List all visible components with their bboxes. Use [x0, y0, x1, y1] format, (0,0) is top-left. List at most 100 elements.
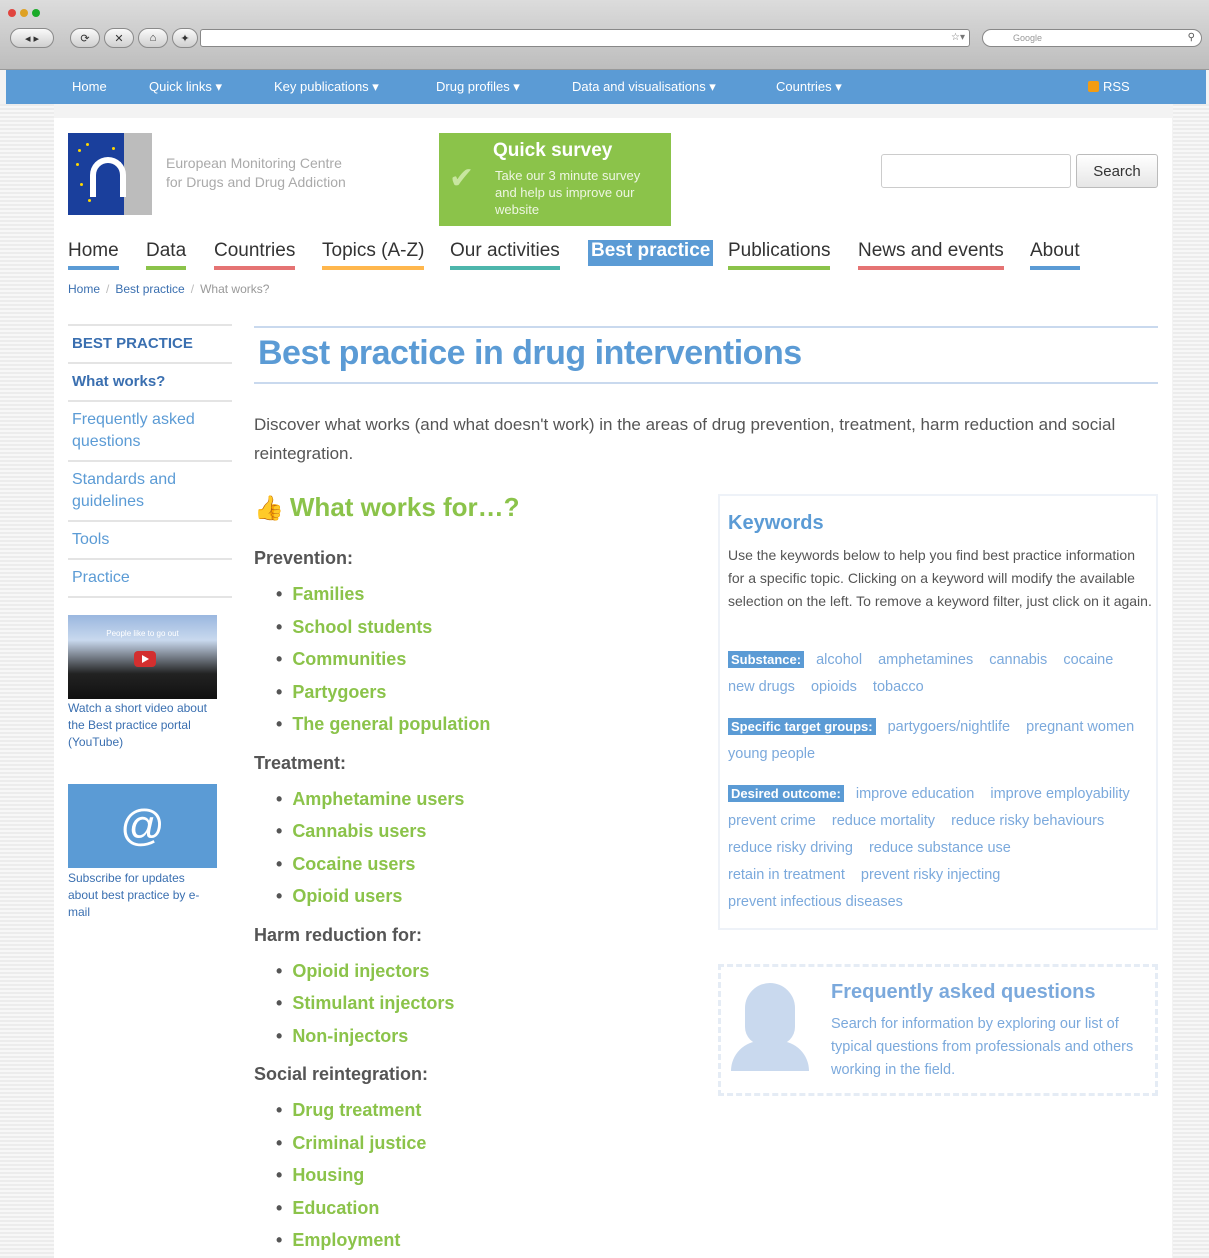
keyword-link[interactable]: cocaine	[1063, 647, 1113, 674]
video-thumbnail[interactable]: People like to go out	[68, 615, 217, 699]
stop-button[interactable]: ✕	[104, 28, 134, 48]
group-label-treatment: Treatment:	[254, 752, 347, 773]
keyword-link[interactable]: reduce risky behaviours	[951, 808, 1104, 835]
play-icon[interactable]	[134, 651, 156, 667]
list-item[interactable]: Stimulant injectors	[276, 987, 694, 1020]
keyword-link[interactable]: reduce mortality	[832, 808, 935, 835]
list-item[interactable]: Employment	[276, 1224, 694, 1257]
topnav-quick-links[interactable]: Quick links ▾	[149, 79, 222, 95]
back-forward-button[interactable]: ◂ ▸	[10, 28, 54, 48]
keyword-link[interactable]: reduce substance use	[869, 835, 1011, 862]
nav-publications[interactable]: Publications	[728, 240, 831, 270]
keyword-link[interactable]: improve employability	[990, 781, 1129, 808]
list-item[interactable]: Cocaine users	[276, 848, 694, 881]
rss-link[interactable]: RSS	[1088, 79, 1130, 94]
list-item[interactable]: Communities	[276, 643, 694, 676]
nav-news-events[interactable]: News and events	[858, 240, 1004, 270]
search-button[interactable]: Search	[1076, 154, 1158, 188]
list-item[interactable]: Drug treatment	[276, 1094, 694, 1127]
list-item[interactable]: Opioid users	[276, 880, 694, 913]
address-bar[interactable]: ☆▾	[200, 29, 970, 47]
nav-our-activities[interactable]: Our activities	[450, 240, 560, 270]
top-navigation: Home Quick links ▾ Key publications ▾ Dr…	[6, 70, 1206, 104]
keyword-link[interactable]: opioids	[811, 674, 857, 701]
faq-title[interactable]: Frequently asked questions	[831, 981, 1096, 1004]
email-subscribe-icon[interactable]: @	[68, 784, 217, 868]
sidebar-item-practice[interactable]: Practice	[68, 558, 232, 596]
list-item[interactable]: Partygoers	[276, 676, 694, 709]
checkmark-icon: ✔	[449, 162, 475, 195]
person-silhouette-icon	[729, 975, 809, 1071]
group-label-social-reintegration: Social reintegration:	[254, 1064, 429, 1084]
search-icon[interactable]: ⚲	[1188, 30, 1195, 46]
keywords-title: Keywords	[728, 512, 824, 534]
keyword-link[interactable]: improve education	[856, 781, 975, 808]
sidebar-item-standards[interactable]: Standards and guidelines	[68, 460, 232, 520]
bookmarks-button[interactable]: ✦	[172, 28, 198, 48]
quick-survey-banner[interactable]: ✔ Quick survey Take our 3 minute survey …	[439, 133, 671, 226]
email-subscribe-link[interactable]: Subscribe for updates about best practic…	[68, 870, 218, 921]
keyword-link[interactable]: new drugs	[728, 674, 795, 701]
social-reintegration-list: Drug treatment Criminal justice Housing …	[276, 1094, 694, 1257]
keyword-link[interactable]: cannabis	[989, 647, 1047, 674]
nav-data[interactable]: Data	[146, 240, 187, 270]
reload-button[interactable]: ⟳	[70, 28, 100, 48]
keyword-link[interactable]: young people	[728, 741, 815, 768]
list-item[interactable]: Education	[276, 1192, 694, 1225]
keyword-link[interactable]: prevent crime	[728, 808, 816, 835]
keyword-link[interactable]: prevent infectious diseases	[728, 889, 903, 916]
topnav-drug-profiles[interactable]: Drug profiles ▾	[436, 79, 520, 95]
nav-about[interactable]: About	[1030, 240, 1080, 270]
breadcrumb-section[interactable]: Best practice	[115, 282, 184, 296]
list-item[interactable]: Opioid injectors	[276, 955, 694, 988]
list-item[interactable]: Families	[276, 578, 694, 611]
topnav-data-visualisations[interactable]: Data and visualisations ▾	[572, 79, 716, 95]
zoom-window-icon[interactable]	[32, 9, 40, 17]
topnav-key-publications[interactable]: Key publications ▾	[274, 79, 379, 95]
list-item[interactable]: Non-injectors	[276, 1020, 694, 1053]
nav-countries[interactable]: Countries	[214, 240, 296, 270]
video-link[interactable]: Watch a short video about the Best pract…	[68, 700, 220, 751]
list-item[interactable]: Criminal justice	[276, 1127, 694, 1160]
nav-home[interactable]: Home	[68, 240, 119, 270]
faq-panel[interactable]: Frequently asked questions Search for in…	[718, 964, 1158, 1096]
keyword-link[interactable]: amphetamines	[878, 647, 973, 674]
title-divider-top	[254, 326, 1158, 328]
keyword-link[interactable]: prevent risky injecting	[861, 862, 1000, 889]
keyword-link[interactable]: reduce risky driving	[728, 835, 853, 862]
keyword-category-outcome: Desired outcome:	[728, 785, 844, 802]
sidebar-item-tools[interactable]: Tools	[68, 520, 232, 558]
list-item[interactable]: Housing	[276, 1159, 694, 1192]
list-item[interactable]: Amphetamine users	[276, 783, 694, 816]
topnav-countries[interactable]: Countries ▾	[776, 79, 842, 95]
emcdda-logo[interactable]	[68, 133, 152, 215]
main-navigation: Home Data Countries Topics (A-Z) Our act…	[68, 240, 1168, 270]
list-item[interactable]: The general population	[276, 708, 694, 741]
keyword-group-substance: Substance: alcohol amphetamines cannabis…	[728, 646, 1152, 701]
site-search-input[interactable]	[881, 154, 1071, 188]
keyword-link[interactable]: retain in treatment	[728, 862, 845, 889]
survey-title: Quick survey	[493, 140, 613, 161]
sidebar-item-faq[interactable]: Frequently asked questions	[68, 400, 232, 460]
bookmark-star-icon[interactable]: ☆▾	[951, 32, 965, 43]
group-label-prevention: Prevention:	[254, 548, 354, 568]
keyword-link[interactable]: alcohol	[816, 647, 862, 674]
browser-search-field[interactable]: Google ⚲	[982, 29, 1202, 47]
list-item[interactable]: School students	[276, 611, 694, 644]
keyword-link[interactable]: partygoers/nightlife	[888, 714, 1011, 741]
nav-topics[interactable]: Topics (A-Z)	[322, 240, 425, 270]
topnav-home[interactable]: Home	[72, 79, 107, 94]
breadcrumb-home[interactable]: Home	[68, 282, 100, 296]
sidebar-item-what-works[interactable]: What works?	[68, 362, 232, 400]
rss-label: RSS	[1103, 79, 1130, 94]
close-window-icon[interactable]	[8, 9, 16, 17]
intro-text: Discover what works (and what doesn't wo…	[254, 415, 1116, 463]
keyword-link[interactable]: pregnant women	[1026, 714, 1134, 741]
minimize-window-icon[interactable]	[20, 9, 28, 17]
page-background-right	[1173, 104, 1209, 1258]
nav-best-practice[interactable]: Best practice	[588, 240, 714, 266]
keyword-link[interactable]: tobacco	[873, 674, 924, 701]
home-button[interactable]: ⌂	[138, 28, 168, 48]
browser-chrome: ◂ ▸ ⟳ ✕ ⌂ ✦ ☆▾ Google ⚲	[0, 0, 1209, 70]
list-item[interactable]: Cannabis users	[276, 815, 694, 848]
